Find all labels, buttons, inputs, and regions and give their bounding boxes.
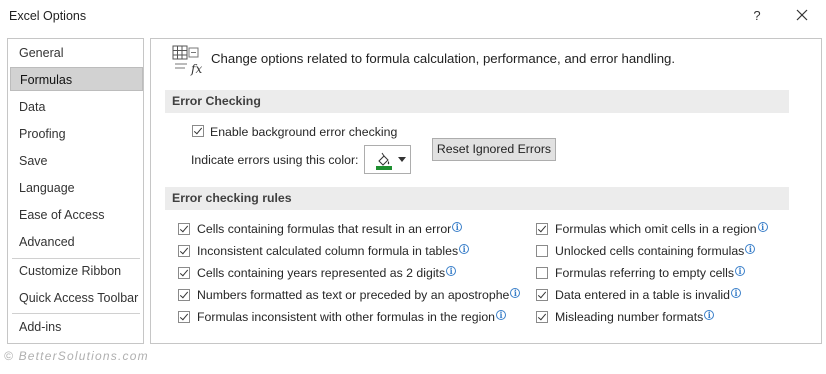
sidebar-item-add-ins[interactable]: Add-ins [8, 315, 143, 339]
options-sidebar: General Formulas Data Proofing Save Lang… [7, 38, 144, 344]
sidebar-item-customize-ribbon[interactable]: Customize Ribbon [8, 259, 143, 283]
info-icon[interactable]: i [735, 266, 746, 276]
sidebar-item-language[interactable]: Language [8, 176, 143, 200]
formulas-pane: fx Change options related to formula cal… [150, 38, 822, 344]
enable-background-error-checking-label: Enable background error checking [210, 125, 398, 139]
indicate-errors-color-label: Indicate errors using this color: [191, 153, 359, 167]
rule-checkbox[interactable] [536, 267, 548, 279]
rule-label: Formulas referring to empty cells i [555, 266, 746, 280]
info-icon[interactable]: i [757, 222, 768, 232]
info-icon[interactable]: i [731, 288, 741, 298]
rule-label: Misleading number formats i [555, 310, 715, 324]
close-icon [796, 9, 808, 21]
help-button[interactable]: ? [745, 5, 769, 27]
fill-color-icon [376, 152, 392, 170]
rule-checkbox[interactable] [178, 245, 190, 257]
formula-fx-icon: fx [171, 44, 209, 76]
sidebar-item-general[interactable]: General [8, 41, 143, 65]
title-bar: Excel Options ? [0, 0, 826, 32]
section-error-checking-rules: Error checking rules [165, 187, 789, 210]
rule-checkbox[interactable] [178, 289, 190, 301]
sidebar-item-proofing[interactable]: Proofing [8, 122, 143, 146]
indicator-color-swatch [376, 166, 392, 170]
sidebar-item-quick-access-toolbar[interactable]: Quick Access Toolbar [8, 286, 143, 310]
sidebar-item-formulas[interactable]: Formulas [10, 67, 143, 91]
info-icon[interactable]: i [452, 222, 463, 232]
svg-text:fx: fx [190, 62, 202, 76]
info-icon[interactable]: i [510, 288, 521, 298]
rule-checkbox[interactable] [536, 223, 548, 235]
rule-checkbox[interactable] [536, 311, 548, 323]
close-button[interactable] [789, 5, 815, 27]
rule-label: Data entered in a table is invalid i [555, 288, 741, 302]
watermark: © BetterSolutions.com [4, 349, 149, 363]
rule-checkbox[interactable] [178, 267, 190, 279]
rule-label: Inconsistent calculated column formula i… [197, 244, 470, 258]
rule-label: Numbers formatted as text or preceded by… [197, 288, 521, 302]
rule-label: Cells containing formulas that result in… [197, 222, 463, 236]
window-title: Excel Options [9, 9, 87, 23]
sidebar-item-save[interactable]: Save [8, 149, 143, 173]
rule-checkbox[interactable] [178, 223, 190, 235]
rule-label: Formulas inconsistent with other formula… [197, 310, 506, 324]
sidebar-item-advanced[interactable]: Advanced [8, 230, 143, 254]
section-error-checking: Error Checking [165, 90, 789, 113]
error-color-picker[interactable] [364, 145, 411, 174]
rule-label: Formulas which omit cells in a region i [555, 222, 768, 236]
sidebar-item-ease-of-access[interactable]: Ease of Access [8, 203, 143, 227]
info-icon[interactable]: i [446, 266, 457, 276]
rule-label: Cells containing years represented as 2 … [197, 266, 457, 280]
info-icon[interactable]: i [745, 244, 756, 254]
info-icon[interactable]: i [459, 244, 470, 254]
rule-label: Unlocked cells containing formulas i [555, 244, 756, 258]
info-icon[interactable]: i [496, 310, 506, 320]
rule-checkbox[interactable] [178, 311, 190, 323]
pane-description: Change options related to formula calcul… [211, 51, 676, 66]
reset-ignored-errors-button[interactable]: Reset Ignored Errors [432, 138, 556, 161]
sidebar-divider [12, 313, 140, 314]
chevron-down-icon [398, 157, 406, 162]
info-icon[interactable]: i [704, 310, 715, 320]
enable-background-error-checking-checkbox[interactable] [192, 125, 204, 137]
sidebar-item-data[interactable]: Data [8, 95, 143, 119]
rule-checkbox[interactable] [536, 245, 548, 257]
rule-checkbox[interactable] [536, 289, 548, 301]
